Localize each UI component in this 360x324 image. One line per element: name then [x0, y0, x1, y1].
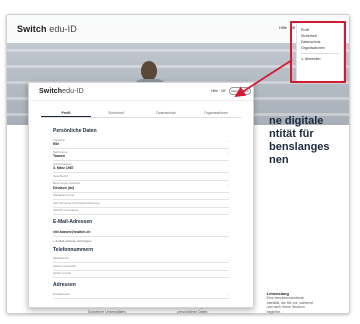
account-profile-window: Switchedu-ID Hilfe DE Dein Konto ▾ Profi…	[28, 82, 254, 308]
chevron-right-icon: ›	[228, 182, 229, 187]
account-topbar: Switchedu-ID Hilfe DE Dein Konto ▾	[29, 83, 253, 101]
chevron-right-icon: ›	[228, 272, 229, 277]
profile-content: Persönliche Daten Vorname Elle › Nachnam…	[29, 118, 253, 299]
field-ahv-number[interactable]: AHV-Nummer (Sozialversicherung) ›	[53, 200, 229, 208]
field-preferred-language[interactable]: Bevorzugte Sprache Deutsch (de) ›	[53, 181, 229, 193]
chevron-right-icon: ›	[228, 209, 229, 214]
language-switch[interactable]: DE	[221, 89, 226, 93]
tab-profil[interactable]: Profil	[41, 109, 91, 117]
field-email[interactable]: elle.toasen@switch.ch ›	[53, 228, 229, 237]
field-last-name[interactable]: Nachname Toasen ›	[53, 149, 229, 161]
field-student-number[interactable]: Matrikelnummer ›	[53, 193, 229, 200]
chevron-right-icon: ›	[228, 265, 229, 269]
help-link[interactable]: Hilfe	[279, 25, 287, 30]
chevron-right-icon: ›	[228, 151, 229, 155]
field-business-phone[interactable]: Telefon Geschäft ›	[53, 263, 229, 271]
tab-organisationen[interactable]: Organisationen	[191, 109, 241, 117]
chevron-right-icon: ›	[228, 257, 229, 262]
footer-col-lifelong: Lebenslang Eine benutzerorientierte Iden…	[266, 291, 313, 314]
section-title-phone: Telefonnummern	[53, 246, 94, 253]
switch-logo-small[interactable]: Switchedu-ID	[39, 88, 84, 95]
field-private-phone[interactable]: Telefon privat ›	[53, 271, 229, 278]
hero-headline: ne digitale ntität für benslanges nen	[269, 115, 330, 166]
section-title-email: E-Mail-Adressen	[53, 219, 93, 225]
chevron-right-icon: ›	[228, 139, 229, 143]
field-postal-address[interactable]: Postadresse ›	[53, 291, 229, 299]
help-link[interactable]: Hilfe	[211, 89, 218, 93]
person-head	[141, 61, 157, 81]
tab-datenschutz[interactable]: Datenschutz	[141, 109, 191, 117]
field-first-name[interactable]: Vorname Elle ›	[53, 137, 229, 149]
add-email-link[interactable]: + E-Mail-Adresse hinzufügen	[53, 239, 229, 243]
profile-tabs: Profil Sicherheit Datenschutz Organisati…	[41, 109, 241, 118]
chevron-right-icon: ›	[228, 230, 229, 234]
field-birthdate[interactable]: Geburtsdatum 3. März 1987 ›	[53, 161, 229, 173]
switch-logo[interactable]: Switch edu-ID	[17, 24, 77, 34]
field-gender[interactable]: Geschlecht ›	[53, 173, 229, 181]
section-title-address: Adressen	[53, 282, 76, 288]
field-orcid[interactable]: ORCID verknüpfen ›	[53, 208, 229, 215]
chevron-right-icon: ›	[228, 293, 229, 297]
field-mobile-phone[interactable]: Mobiltelefon ›	[53, 256, 229, 263]
chevron-right-icon: ›	[228, 202, 229, 206]
account-menu-button[interactable]: Dein Konto ▾	[229, 87, 251, 95]
highlight-box	[290, 21, 346, 83]
tab-sicherheit[interactable]: Sicherheit	[91, 109, 141, 117]
chevron-right-icon: ›	[228, 175, 229, 179]
section-title-personal: Persönliche Daten	[53, 128, 97, 134]
chevron-right-icon: ›	[228, 194, 229, 199]
chevron-right-icon: ›	[228, 163, 229, 167]
